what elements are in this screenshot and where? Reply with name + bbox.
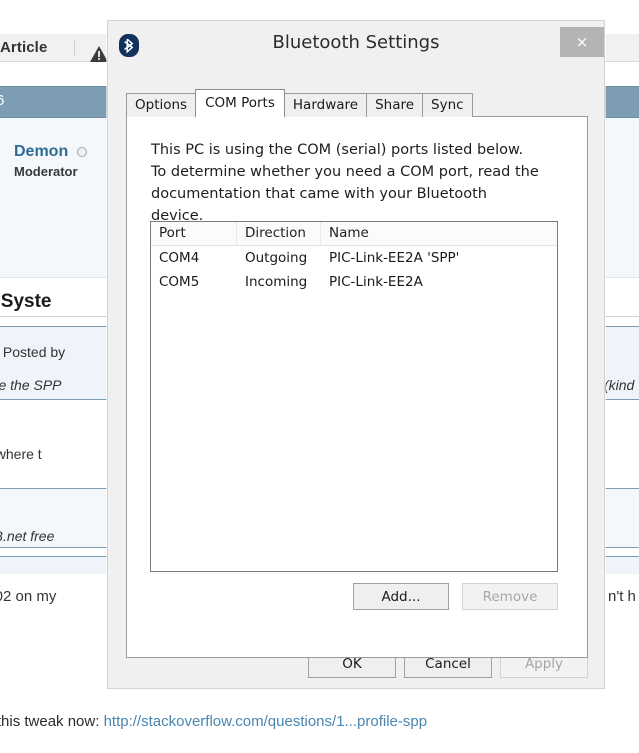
column-header-port[interactable]: Port (151, 222, 237, 245)
panel-description: This PC is using the COM (serial) ports … (151, 139, 541, 227)
tab-com-ports[interactable]: COM Ports (195, 89, 285, 117)
table-row[interactable]: COM5 Incoming PIC-Link-EE2A (151, 270, 557, 294)
cell-name: PIC-Link-EE2A (321, 270, 557, 294)
cell-direction: Outgoing (237, 246, 321, 270)
cell-port: COM4 (151, 246, 237, 270)
com-ports-tab-panel: This PC is using the COM (serial) ports … (126, 116, 588, 658)
close-icon[interactable]: × (560, 27, 604, 57)
post-text-line: (kind (604, 377, 634, 393)
warning-triangle-icon (89, 45, 109, 63)
post-text-line: ally Posted by (0, 344, 65, 360)
cell-port: COM5 (151, 270, 237, 294)
listview-header-row: Port Direction Name (151, 222, 557, 246)
column-header-name[interactable]: Name (321, 222, 557, 245)
post-author-name[interactable]: Demon (14, 143, 68, 161)
thread-title: ntory Syste (0, 291, 51, 313)
cell-name: PIC-Link-EE2A 'SPP' (321, 246, 557, 270)
table-row[interactable]: COM4 Outgoing PIC-Link-EE2A 'SPP' (151, 246, 557, 270)
bluetooth-settings-dialog: Bluetooth Settings × Options COM Ports H… (107, 20, 605, 689)
tab-share[interactable]: Share (366, 93, 423, 117)
post-text-line: u use the SPP (0, 377, 62, 393)
column-header-direction[interactable]: Direction (237, 222, 321, 245)
user-online-status-icon (77, 147, 87, 157)
post-author-title: Moderator (14, 164, 78, 179)
add-button[interactable]: Add... (353, 583, 449, 610)
tab-options[interactable]: Options (126, 93, 196, 117)
post-text-line: ow/where t (0, 446, 42, 462)
dialog-titlebar[interactable]: Bluetooth Settings × (108, 21, 604, 70)
tab-sync[interactable]: Sync (422, 93, 473, 117)
tab-hardware[interactable]: Hardware (284, 93, 367, 117)
tab-strip: Options COM Ports Hardware Share Sync (126, 93, 472, 117)
post-text-line: er VB.net free (0, 528, 54, 544)
post-text-line: 2002 on my (0, 588, 56, 605)
post-text-line: n't h (608, 588, 636, 605)
com-ports-listview[interactable]: Port Direction Name COM4 Outgoing PIC-Li… (150, 221, 558, 572)
breadcrumb-article[interactable]: Article (0, 39, 47, 56)
post-footer-line: ng this tweak now: http://stackoverflow.… (0, 713, 427, 730)
post-number: 6 (0, 92, 4, 109)
listview-button-row: Add... Remove (150, 583, 558, 610)
dialog-title: Bluetooth Settings (108, 32, 604, 53)
stackoverflow-link[interactable]: http://stackoverflow.com/questions/1...p… (104, 713, 428, 730)
remove-button: Remove (462, 583, 558, 610)
post-footer-text: ng this tweak now: (0, 713, 104, 730)
toolbar-divider (74, 40, 75, 56)
cell-direction: Incoming (237, 270, 321, 294)
